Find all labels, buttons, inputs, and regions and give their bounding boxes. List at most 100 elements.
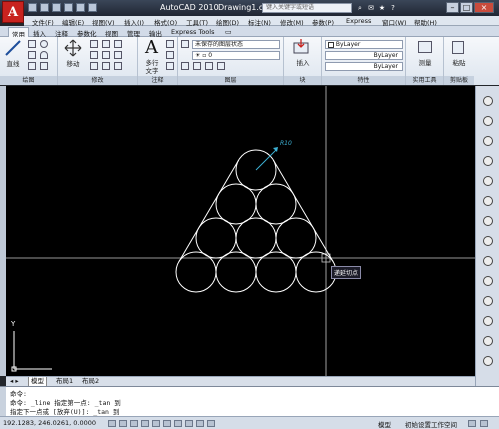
grid-mode-icon[interactable]	[119, 420, 127, 427]
array-icon[interactable]	[114, 62, 122, 70]
mtext-icon[interactable]: A	[145, 37, 158, 58]
redo-icon[interactable]	[76, 3, 85, 12]
close-button[interactable]: ×	[474, 2, 494, 13]
snap-mode-icon[interactable]	[108, 420, 116, 427]
osnap-midpoint-icon[interactable]	[483, 236, 493, 246]
showmotion-icon[interactable]	[483, 176, 493, 186]
insert-block-icon[interactable]	[293, 39, 311, 55]
drawing-viewport[interactable]: R10 Y 递延切点	[6, 86, 475, 376]
stretch-icon[interactable]	[90, 62, 98, 70]
osnap-endpoint-icon[interactable]	[483, 216, 493, 226]
tab-output[interactable]: 输出	[146, 27, 165, 38]
triangle-right-edge[interactable]	[272, 159, 334, 263]
quick-properties-icon[interactable]	[207, 420, 215, 427]
communication-center-icon[interactable]: ✉	[367, 4, 375, 12]
circle-row3-left[interactable]	[195, 217, 237, 259]
snap-icon[interactable]	[483, 196, 493, 206]
dynamic-input-icon[interactable]	[185, 420, 193, 427]
line-tool-label[interactable]: 直线	[2, 58, 24, 68]
properties-panel-label[interactable]: 特性	[322, 76, 405, 85]
coordinate-readout[interactable]: 192.1283, 246.0261, 0.0000	[3, 419, 96, 427]
leader-icon[interactable]	[166, 51, 174, 59]
toolbar-lock-icon[interactable]	[468, 420, 476, 427]
color-dropdown[interactable]: ByLayer	[325, 40, 403, 49]
ellipse-icon[interactable]	[40, 62, 48, 70]
osnap-center-icon[interactable]	[483, 256, 493, 266]
search-icon[interactable]: ⌕	[356, 4, 364, 12]
layer-properties-icon[interactable]	[181, 40, 189, 48]
workspace-switch[interactable]: 初始设置工作空间	[405, 419, 457, 429]
steering-wheel-icon[interactable]	[483, 96, 493, 106]
tab-insert[interactable]: 插入	[30, 27, 49, 38]
current-layer-dropdown[interactable]: ☀ ▫ 0	[192, 51, 280, 60]
move-icon[interactable]	[64, 39, 82, 57]
command-window[interactable]: 命令: 命令: _line 指定第一点: _tan 到 指定下一点或 [放弃(U…	[0, 386, 499, 417]
rectangle-icon[interactable]	[28, 51, 36, 59]
modify-panel-label[interactable]: 修改	[58, 76, 137, 85]
open-icon[interactable]	[40, 3, 49, 12]
linetype-dropdown[interactable]: ByLayer	[325, 51, 403, 60]
table-icon[interactable]	[166, 62, 174, 70]
measure-label[interactable]: 测量	[410, 57, 440, 67]
object-snap-icon[interactable]	[152, 420, 160, 427]
erase-icon[interactable]	[114, 40, 122, 48]
block-panel-label[interactable]: 块	[284, 76, 321, 85]
lineweight-icon[interactable]	[196, 420, 204, 427]
application-menu-button[interactable]: A	[2, 1, 24, 23]
layer-lock-icon[interactable]	[217, 62, 225, 70]
tab-annotate[interactable]: 注释	[52, 27, 71, 38]
undo-icon[interactable]	[64, 3, 73, 12]
trim-icon[interactable]	[102, 40, 110, 48]
insert-label[interactable]: 插入	[288, 57, 318, 67]
rotate-icon[interactable]	[90, 40, 98, 48]
layer-state-dropdown[interactable]: 未保存的图层状态	[192, 40, 280, 49]
circle-row3-right[interactable]	[275, 217, 317, 259]
clean-screen-icon[interactable]	[480, 420, 488, 427]
triangle-left-edge[interactable]	[178, 159, 240, 263]
measure-icon[interactable]	[418, 41, 432, 53]
line-icon[interactable]	[4, 39, 22, 57]
utilities-panel-label[interactable]: 实用工具	[406, 76, 443, 85]
zoom-icon[interactable]	[483, 136, 493, 146]
osnap-tangent-icon[interactable]	[483, 276, 493, 286]
circle-row3-mid[interactable]	[235, 217, 277, 259]
minimize-button[interactable]: –	[446, 2, 459, 13]
osnap-quadrant-icon[interactable]	[483, 296, 493, 306]
circle-row2-right[interactable]	[255, 183, 297, 225]
hatch-icon[interactable]	[28, 62, 36, 70]
plot-icon[interactable]	[88, 3, 97, 12]
tab-manage[interactable]: 管理	[124, 27, 143, 38]
draw-panel-label[interactable]: 绘图	[0, 76, 57, 85]
ducs-icon[interactable]	[174, 420, 182, 427]
orbit-icon[interactable]	[483, 156, 493, 166]
clipboard-panel-label[interactable]: 剪贴板	[444, 76, 474, 85]
layer-off-icon[interactable]	[193, 62, 201, 70]
osnap-intersection-icon[interactable]	[483, 316, 493, 326]
layer-freeze-icon[interactable]	[205, 62, 213, 70]
circle-row2-left[interactable]	[215, 183, 257, 225]
save-icon[interactable]	[52, 3, 61, 12]
layers-panel-label[interactable]: 图层	[178, 76, 283, 85]
osnap-perpendicular-icon[interactable]	[483, 336, 493, 346]
command-window-grip[interactable]	[0, 387, 6, 417]
model-space-button[interactable]: 模型	[378, 419, 391, 429]
command-prompt[interactable]: 指定下一点或 [放弃(U)]: _tan 到	[10, 406, 119, 416]
arc-icon[interactable]	[40, 51, 48, 59]
menu-express[interactable]: Express	[346, 17, 371, 25]
tab-parametric[interactable]: 参数化	[74, 27, 100, 38]
search-input[interactable]: 键入关键字或短语	[262, 3, 352, 13]
lineweight-dropdown[interactable]: ByLayer	[325, 62, 403, 71]
favorites-icon[interactable]: ★	[378, 4, 386, 12]
tab-home[interactable]: 常用	[8, 27, 29, 39]
tab-express-tools[interactable]: Express Tools	[168, 27, 217, 37]
mirror-icon[interactable]	[102, 51, 110, 59]
polar-tracking-icon[interactable]	[141, 420, 149, 427]
paste-label[interactable]: 粘贴	[446, 57, 472, 67]
ribbon-toggle-icon[interactable]: ▭	[222, 27, 235, 37]
ortho-mode-icon[interactable]	[130, 420, 138, 427]
polyline-icon[interactable]	[28, 40, 36, 48]
copy-icon[interactable]	[90, 51, 98, 59]
dimension-icon[interactable]	[166, 40, 174, 48]
annotation-panel-label[interactable]: 注释	[138, 76, 177, 85]
mtext-label-2[interactable]: 文字	[142, 65, 162, 75]
